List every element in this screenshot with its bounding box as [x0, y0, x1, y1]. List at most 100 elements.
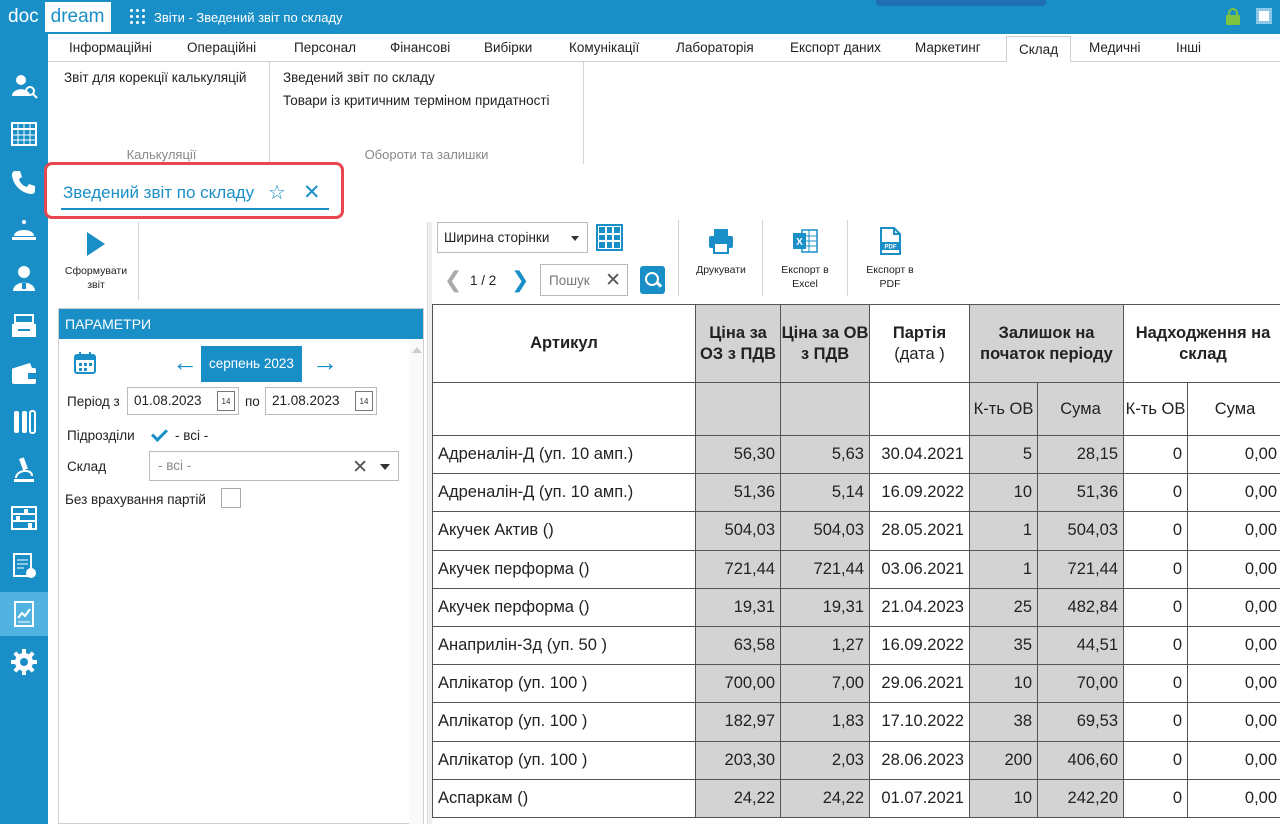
clear-search-icon[interactable]: ✕: [605, 269, 621, 292]
col-income: Надходження на склад: [1123, 304, 1280, 383]
subdivisions-checkbox[interactable]: [149, 425, 169, 445]
menu-tab-marketing[interactable]: Маркетинг: [915, 40, 981, 62]
ribbon-group-turnover: Зведений звіт по складу Товари із критич…: [270, 62, 584, 164]
toolbar-divider: [678, 220, 679, 296]
table-cell: 1: [969, 511, 1038, 551]
table-cell: Акучек перформа (): [432, 587, 696, 627]
calendar-icon[interactable]: [73, 351, 97, 375]
reports-icon[interactable]: [0, 592, 48, 636]
document-chart-icon[interactable]: [0, 544, 48, 588]
favorite-star-icon[interactable]: ☆: [268, 180, 286, 205]
close-tab-icon[interactable]: ✕: [303, 180, 321, 205]
menu-tab-warehouse[interactable]: Склад: [1006, 36, 1072, 63]
table-cell: 0: [1123, 549, 1189, 589]
table-cell: 0,00: [1187, 625, 1280, 666]
menu-tab-selections[interactable]: Вибірки: [484, 40, 532, 62]
schedule-grid-icon[interactable]: [0, 112, 48, 156]
date-to-picker-icon[interactable]: 14: [355, 391, 373, 411]
menu-tab-data-export[interactable]: Експорт даних: [790, 40, 881, 62]
table-row[interactable]: Акучек Актив () 504,03 504,03 28.05.2021 1 50…: [432, 511, 1280, 551]
clear-warehouse-icon[interactable]: ✕: [352, 456, 368, 479]
menu-tab-informational[interactable]: Інформаційні: [69, 40, 152, 62]
table-row[interactable]: Адреналін-Д (уп. 10 амп.) 56,30 5,63 30.04.…: [432, 434, 1280, 475]
table-row[interactable]: Акучек перформа () 721,44 721,44 03.06.2021…: [432, 549, 1280, 589]
menu-tab-communications[interactable]: Комунікації: [569, 40, 639, 62]
table-cell: 63,58: [695, 625, 781, 666]
table-cell: 29.06.2021: [869, 664, 970, 704]
no-batches-checkbox[interactable]: [221, 488, 241, 508]
table-row[interactable]: Аплікатор (уп. 100 ) 203,30 2,03 28.06.2023…: [432, 740, 1280, 780]
settings-gear-icon[interactable]: [0, 640, 48, 684]
subheader-empty: [432, 382, 696, 436]
table-cell: 17.10.2022: [869, 702, 970, 742]
wallet-icon[interactable]: [0, 352, 48, 396]
document-tab-title[interactable]: Зведений звіт по складу: [63, 183, 254, 203]
window-icon[interactable]: [1256, 8, 1272, 24]
table-row[interactable]: Аплікатор (уп. 100 ) 182,97 1,83 17.10.2022…: [432, 702, 1280, 742]
window-title: Звіти - Зведений звіт по складу: [154, 9, 343, 25]
warehouse-select-value: - всі -: [158, 458, 192, 473]
month-selector-button[interactable]: серпень 2023: [201, 346, 302, 382]
warehouse-select[interactable]: - всі - ✕: [149, 451, 399, 481]
next-month-arrow-icon[interactable]: →: [312, 349, 338, 375]
table-row[interactable]: Аспаркам () 24,22 24,22 01.07.2021 10 242,20 0…: [432, 778, 1280, 818]
search-icon[interactable]: [640, 266, 665, 294]
export-excel-button[interactable]: X Експорт в Excel: [775, 226, 835, 291]
table-cell: 203,30: [695, 740, 781, 780]
warehouse-label: Склад: [67, 459, 107, 474]
search-input[interactable]: Пошук ✕: [540, 264, 628, 296]
lock-icon[interactable]: [1226, 8, 1240, 26]
table-cell: 19,31: [695, 587, 781, 627]
document-tab[interactable]: Зведений звіт по складу ☆ ✕: [44, 162, 344, 219]
date-from-picker-icon[interactable]: 14: [217, 391, 235, 411]
warehouse-shelves-icon[interactable]: [0, 496, 48, 540]
table-cell: 24,22: [780, 778, 870, 818]
table-cell: 51,36: [695, 473, 781, 513]
parameters-scrollbar[interactable]: [409, 339, 423, 824]
date-to-input[interactable]: 21.08.2023 14: [265, 387, 377, 415]
no-batches-label: Без врахування партій: [65, 492, 206, 507]
ribbon-group-calculations: Звіт для корекції калькуляцій Калькуляці…: [54, 62, 270, 164]
table-cell: 01.07.2021: [869, 778, 970, 818]
table-row[interactable]: Аплікатор (уп. 100 ) 700,00 7,00 29.06.2021…: [432, 664, 1280, 704]
ribbon-item-calc-correction-report[interactable]: Звіт для корекції калькуляцій: [64, 70, 246, 85]
doctor-icon[interactable]: [0, 256, 48, 300]
lab-tubes-icon[interactable]: [0, 400, 48, 444]
cash-register-icon[interactable]: [0, 304, 48, 348]
menu-tab-operational[interactable]: Операційні: [187, 40, 256, 62]
table-row[interactable]: Адреналін-Д (уп. 10 амп.) 51,36 5,14 16.09.…: [432, 473, 1280, 513]
table-cell: 38: [969, 702, 1038, 742]
ribbon-item-critical-expiry[interactable]: Товари із критичним терміном придатності: [283, 93, 550, 108]
table-cell: 51,36: [1036, 473, 1125, 513]
grid-view-icon[interactable]: [596, 224, 623, 251]
reception-bell-icon[interactable]: [0, 208, 48, 252]
prev-page-icon[interactable]: ❮: [444, 267, 462, 293]
generate-report-button[interactable]: Сформувати звіт: [58, 228, 134, 298]
table-cell: 1,27: [780, 625, 870, 666]
apps-grid-icon[interactable]: [130, 9, 146, 25]
table-row[interactable]: Анаприлін-Зд (уп. 50 ) 63,58 1,27 16.09.202…: [432, 625, 1280, 666]
next-page-icon[interactable]: ❯: [511, 267, 529, 293]
date-from-input[interactable]: 01.08.2023 14: [127, 387, 239, 415]
menu-tab-medical[interactable]: Медичні: [1089, 40, 1141, 62]
table-cell: 0,00: [1187, 664, 1280, 704]
ribbon-item-warehouse-summary[interactable]: Зведений звіт по складу: [283, 70, 435, 85]
menu-tab-financial[interactable]: Фінансові: [390, 40, 450, 62]
print-button[interactable]: Друкувати: [690, 226, 752, 277]
prev-month-arrow-icon[interactable]: ←: [172, 349, 198, 375]
printer-icon: [709, 229, 733, 254]
table-cell: 0: [1123, 625, 1189, 666]
table-cell: 2,03: [780, 740, 870, 780]
chevron-down-icon[interactable]: [380, 464, 390, 470]
phone-icon[interactable]: [0, 160, 48, 204]
table-cell: 16.09.2022: [869, 473, 970, 513]
report-table-container[interactable]: Артикул Ціна за ОЗ з ПДВ Ціна за ОВ з ПД…: [432, 304, 1280, 824]
zoom-select[interactable]: Ширина сторінки: [437, 222, 588, 253]
patient-search-icon[interactable]: [0, 64, 48, 108]
microscope-icon[interactable]: [0, 448, 48, 492]
table-row[interactable]: Акучек перформа () 19,31 19,31 21.04.2023 25…: [432, 587, 1280, 627]
menu-tab-other[interactable]: Інші: [1176, 40, 1201, 62]
menu-tab-laboratory[interactable]: Лабораторія: [676, 40, 754, 62]
menu-tab-personnel[interactable]: Персонал: [294, 40, 356, 62]
export-pdf-button[interactable]: PDF Експорт в PDF: [860, 226, 920, 291]
